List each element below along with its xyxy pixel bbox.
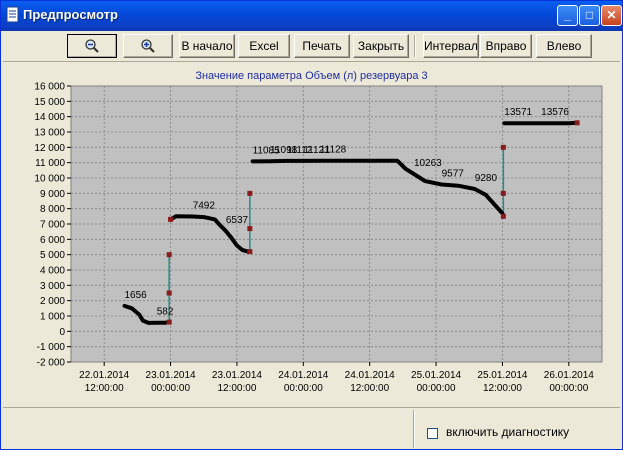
toolbar: В начало Excel Печать Закрыть Интервал В… <box>3 31 620 61</box>
data-point-marker <box>247 190 253 196</box>
data-label: 13576 <box>541 107 569 118</box>
data-label: 10263 <box>414 158 442 169</box>
x-tick-label: 23.01.2014 <box>146 370 196 381</box>
data-label: 7492 <box>193 200 216 211</box>
x-tick-label-time: 00:00:00 <box>417 383 456 394</box>
close-window-button[interactable]: ✕ <box>601 5 622 26</box>
data-point-marker <box>500 190 506 196</box>
x-tick-label: 24.01.2014 <box>345 370 395 381</box>
y-tick-label: 2 000 <box>40 296 65 307</box>
document-icon <box>6 6 19 23</box>
y-tick-label: 0 <box>59 327 65 338</box>
volume-chart[interactable]: -2 000 -1 000 0 1 000 2 000 3 000 4 000 5 000 6 … <box>3 62 620 407</box>
y-tick-label: 5 000 <box>40 250 65 261</box>
y-tick-label: 12 000 <box>34 143 65 154</box>
minimize-button[interactable]: _ <box>557 5 578 26</box>
home-button[interactable]: В начало <box>179 34 235 58</box>
diagnostics-label: включить диагностику <box>446 425 570 439</box>
data-label: 6537 <box>226 215 249 226</box>
data-point-marker <box>247 226 253 232</box>
toolbar-separator <box>414 35 416 57</box>
data-label: 1656 <box>124 290 147 301</box>
status-divider <box>413 410 415 448</box>
y-tick-label: 8 000 <box>40 204 65 215</box>
x-tick-label-time: 00:00:00 <box>549 383 588 394</box>
x-tick-label-time: 12:00:00 <box>350 383 389 394</box>
y-tick-label: 3 000 <box>40 281 65 292</box>
data-label: 9577 <box>442 168 465 179</box>
scroll-right-button[interactable]: Вправо <box>480 34 532 58</box>
y-tick-label: -2 000 <box>37 358 66 369</box>
diagnostics-checkbox[interactable] <box>427 428 438 439</box>
data-point-marker <box>574 120 580 126</box>
data-point-marker <box>166 252 172 258</box>
y-tick-label: 1 000 <box>40 312 65 323</box>
data-label: 582 <box>157 306 174 317</box>
status-bar: включить диагностику <box>3 407 620 450</box>
y-tick-label: 15 000 <box>34 97 65 108</box>
zoom-out-button[interactable] <box>67 34 117 58</box>
x-tick-label: 26.01.2014 <box>544 370 594 381</box>
y-tick-label: 14 000 <box>34 112 65 123</box>
zoom-in-button[interactable] <box>123 34 173 58</box>
x-tick-label-time: 12:00:00 <box>85 383 124 394</box>
scroll-left-button[interactable]: Влево <box>536 34 592 58</box>
data-label: 11128 <box>320 145 347 156</box>
x-tick-label: 22.01.2014 <box>79 370 129 381</box>
window-title: Предпросмотр <box>23 7 118 22</box>
x-tick-label: 25.01.2014 <box>477 370 527 381</box>
maximize-button[interactable]: □ <box>579 5 600 26</box>
preview-window: Предпросмотр _ □ ✕ В начало Excel Печать… <box>0 0 623 450</box>
y-tick-label: 9 000 <box>40 189 65 200</box>
title-bar[interactable]: Предпросмотр _ □ ✕ <box>1 1 622 31</box>
data-point-marker <box>168 216 174 222</box>
data-label: 9280 <box>475 173 498 184</box>
interval-button[interactable]: Интервал <box>423 34 479 58</box>
data-point-marker <box>166 290 172 296</box>
y-tick-label: 13 000 <box>34 128 65 139</box>
x-tick-label-time: 12:00:00 <box>483 383 522 394</box>
x-tick-label-time: 12:00:00 <box>217 383 256 394</box>
data-point-marker <box>500 144 506 150</box>
y-tick-label: 7 000 <box>40 220 65 231</box>
close-button[interactable]: Закрыть <box>353 34 409 58</box>
y-tick-label: 4 000 <box>40 266 65 277</box>
y-tick-label: -1 000 <box>37 342 66 353</box>
x-tick-label-time: 00:00:00 <box>284 383 323 394</box>
excel-button[interactable]: Excel <box>238 34 290 58</box>
x-tick-label: 25.01.2014 <box>411 370 461 381</box>
y-tick-label: 10 000 <box>34 174 65 185</box>
chart-area: Значение параметра Объем (л) резервуара … <box>3 61 620 407</box>
x-tick-label: 23.01.2014 <box>212 370 262 381</box>
x-tick-label-time: 00:00:00 <box>151 383 190 394</box>
data-point-marker <box>247 249 253 255</box>
data-point-marker <box>166 319 172 325</box>
x-tick-label: 24.01.2014 <box>278 370 328 381</box>
y-tick-label: 6 000 <box>40 235 65 246</box>
zoom-out-icon <box>85 39 99 53</box>
print-button[interactable]: Печать <box>294 34 350 58</box>
zoom-in-icon <box>141 39 155 53</box>
data-point-marker <box>500 213 506 219</box>
y-tick-label: 16 000 <box>34 82 65 93</box>
data-label: 13571 <box>504 107 532 118</box>
y-tick-label: 11 000 <box>35 158 65 169</box>
